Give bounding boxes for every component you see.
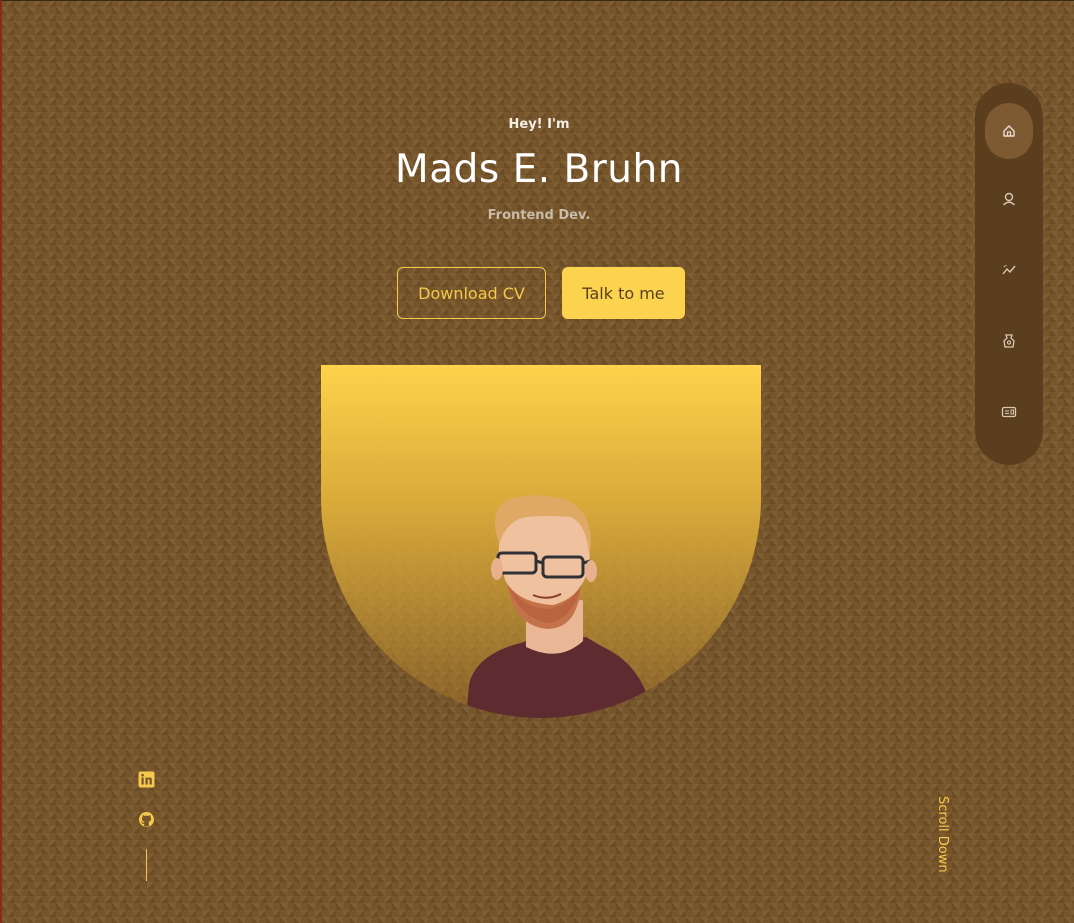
home-icon bbox=[1003, 125, 1015, 137]
linkedin-icon bbox=[138, 771, 155, 788]
page-title: Mads E. Bruhn bbox=[395, 147, 683, 192]
nav-item-contact[interactable] bbox=[985, 384, 1033, 440]
linkedin-link[interactable] bbox=[138, 771, 155, 788]
user-icon bbox=[1003, 192, 1015, 206]
experience-icon bbox=[1002, 265, 1016, 275]
contact-icon bbox=[1001, 406, 1017, 418]
social-divider bbox=[146, 849, 147, 881]
nav-item-about[interactable] bbox=[985, 171, 1033, 227]
nav-item-services[interactable] bbox=[985, 313, 1033, 369]
github-link[interactable] bbox=[138, 811, 155, 828]
profile-photo bbox=[466, 495, 651, 718]
side-navigation bbox=[975, 83, 1043, 465]
nav-item-home[interactable] bbox=[985, 103, 1033, 159]
services-icon bbox=[1003, 334, 1015, 348]
portrait-frame bbox=[321, 365, 761, 718]
talk-to-me-button[interactable]: Talk to me bbox=[562, 267, 685, 319]
role-subtitle: Frontend Dev. bbox=[487, 208, 591, 223]
nav-item-experience[interactable] bbox=[985, 242, 1033, 298]
github-icon bbox=[139, 812, 154, 827]
scroll-down-link[interactable]: Scroll Down bbox=[926, 796, 950, 882]
download-cv-button[interactable]: Download CV bbox=[397, 267, 546, 319]
greeting-text: Hey! I'm bbox=[508, 117, 570, 132]
